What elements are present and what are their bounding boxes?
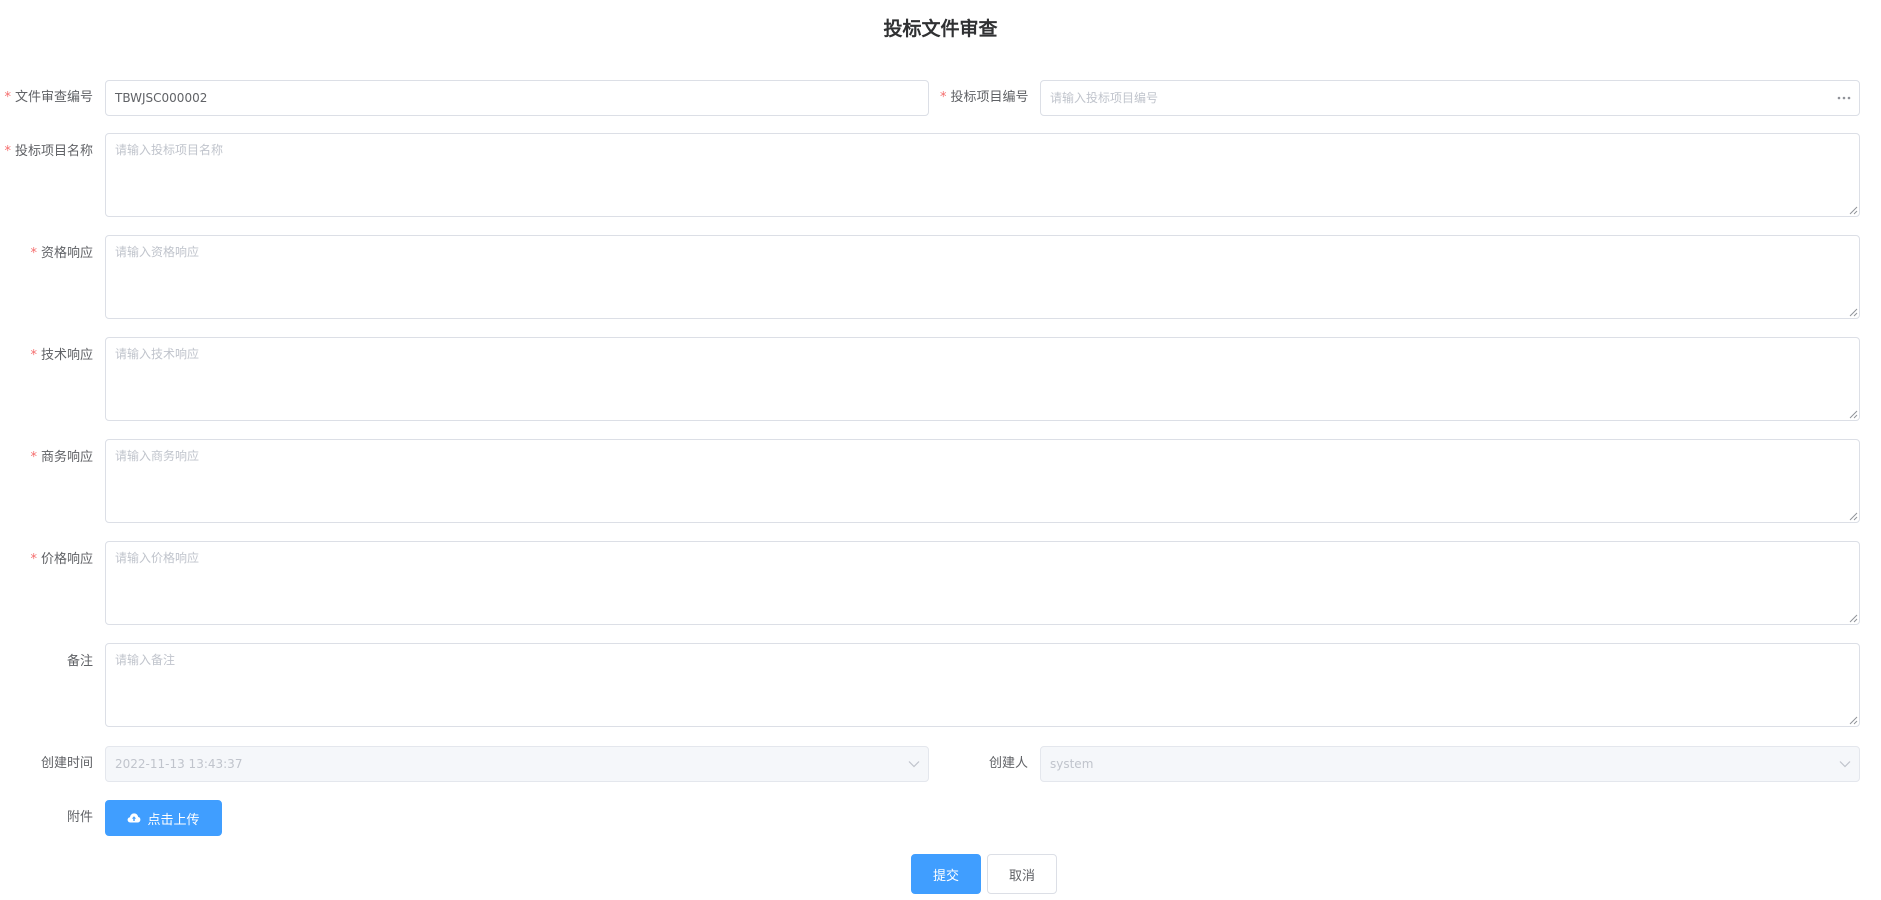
resize-handle-icon[interactable] <box>1848 409 1858 419</box>
project-no-input[interactable]: 请输入投标项目编号 <box>1040 80 1860 116</box>
resize-handle-icon[interactable] <box>1848 307 1858 317</box>
resize-handle-icon[interactable] <box>1848 613 1858 623</box>
price-textarea[interactable]: 请输入价格响应 <box>105 541 1860 625</box>
cancel-button[interactable]: 取消 <box>987 854 1057 894</box>
cloud-upload-icon <box>127 812 141 824</box>
resize-handle-icon[interactable] <box>1848 511 1858 521</box>
submit-button[interactable]: 提交 <box>911 854 981 894</box>
resize-handle-icon[interactable] <box>1848 715 1858 725</box>
chevron-down-icon <box>908 747 920 781</box>
creator-label: 创建人 <box>988 756 1028 771</box>
attachment-label: 附件 <box>66 810 93 825</box>
created-time-input: 2022-11-13 13:43:37 <box>105 746 929 782</box>
review-no-input[interactable]: TBWJSC000002 <box>105 80 929 116</box>
technical-textarea[interactable]: 请输入技术响应 <box>105 337 1860 421</box>
qualification-textarea[interactable]: 请输入资格响应 <box>105 235 1860 319</box>
required-mark: * <box>30 552 37 567</box>
created-time-label: 创建时间 <box>40 756 93 771</box>
project-name-textarea[interactable]: 请输入投标项目名称 <box>105 133 1860 217</box>
price-label: * 价格响应 <box>30 552 93 567</box>
technical-label: * 技术响应 <box>30 348 93 363</box>
business-label: * 商务响应 <box>30 450 93 465</box>
project-name-label: * 投标项目名称 <box>4 144 93 159</box>
review-form-page: 投标文件审查 * 文件审查编号 TBWJSC000002 * 投标项目编号 请输入投… <box>0 0 1881 900</box>
business-textarea[interactable]: 请输入商务响应 <box>105 439 1860 523</box>
upload-button-label: 点击上传 <box>147 812 200 828</box>
project-no-label: * 投标项目编号 <box>940 90 1029 105</box>
remark-label: 备注 <box>66 654 93 669</box>
review-no-label: * 文件审查编号 <box>4 90 93 105</box>
upload-button[interactable]: 点击上传 <box>105 800 222 836</box>
required-mark: * <box>4 90 11 105</box>
resize-handle-icon[interactable] <box>1848 205 1858 215</box>
creator-input: system <box>1040 746 1860 782</box>
page-title: 投标文件审查 <box>883 18 998 40</box>
required-mark: * <box>4 144 11 159</box>
required-mark: * <box>30 450 37 465</box>
ellipsis-icon[interactable] <box>1837 81 1851 115</box>
remark-textarea[interactable]: 请输入备注 <box>105 643 1860 727</box>
qualification-label: * 资格响应 <box>30 246 93 261</box>
required-mark: * <box>940 90 947 105</box>
required-mark: * <box>30 348 37 363</box>
chevron-down-icon <box>1839 747 1851 781</box>
required-mark: * <box>30 246 37 261</box>
